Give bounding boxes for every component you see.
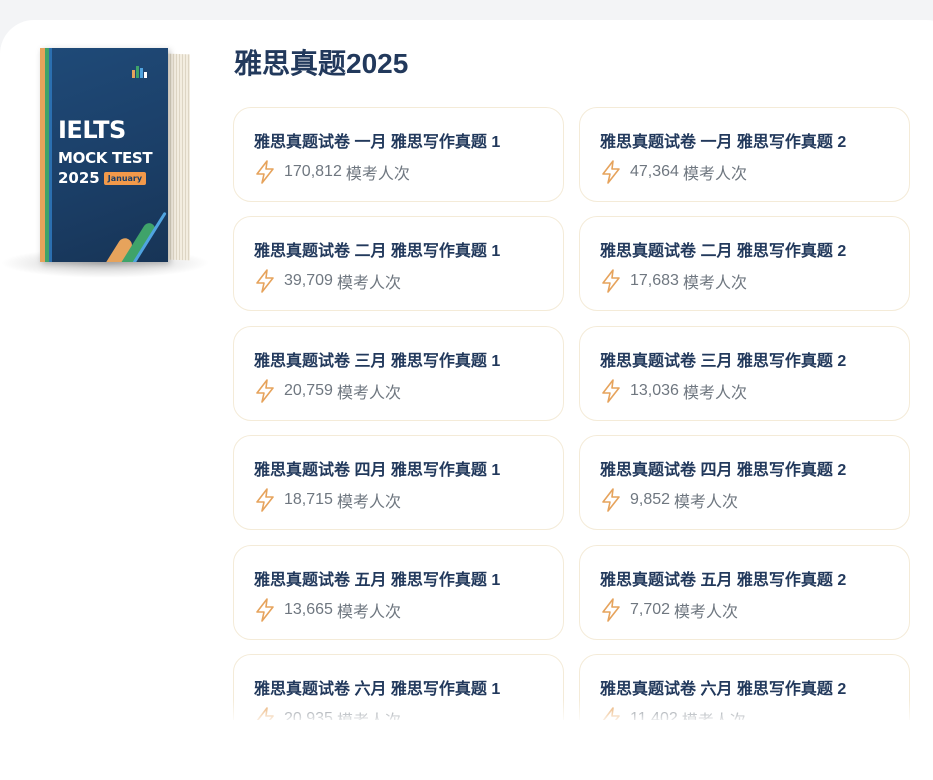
exam-card[interactable]: 雅思真题试卷 五月 雅思写作真题 2 7,702 模考人次: [579, 544, 910, 640]
attempt-count: 170,812: [284, 163, 342, 180]
lightning-icon: [254, 378, 276, 403]
exam-card-meta: 20,759 模考人次: [254, 378, 401, 403]
exam-card[interactable]: 雅思真题试卷 三月 雅思写作真题 2 13,036 模考人次: [579, 325, 910, 421]
exam-card[interactable]: 雅思真题试卷 四月 雅思写作真题 2 9,852 模考人次: [579, 435, 910, 531]
exam-card[interactable]: 雅思真题试卷 二月 雅思写作真题 2 17,683 模考人次: [579, 216, 910, 312]
exam-card-title: 雅思真题试卷 六月 雅思写作真题 2: [600, 681, 847, 698]
attempt-unit-label: 模考人次: [336, 275, 401, 293]
exam-card-meta: 18,715 模考人次: [254, 488, 401, 512]
exam-card-title: 雅思真题试卷 一月 雅思写作真题 1: [254, 134, 501, 151]
exam-card-meta: 39,709 模考人次: [254, 269, 401, 294]
lightning-icon: [254, 488, 276, 512]
attempt-count: 17,683: [630, 272, 679, 290]
exam-card-title: 雅思真题试卷 二月 雅思写作真题 2: [600, 243, 847, 261]
lightning-icon: [600, 160, 622, 184]
lightning-icon: [254, 160, 276, 184]
exam-card-meta: 47,364 模考人次: [600, 160, 747, 184]
exam-card-meta: 13,036 模考人次: [600, 378, 747, 403]
attempt-count: 13,665: [284, 600, 333, 618]
attempt-unit-label: 模考人次: [682, 166, 747, 183]
attempt-count: 18,715: [284, 491, 333, 509]
lightning-icon: [600, 269, 622, 294]
lightning-icon: [254, 597, 276, 622]
lightning-icon: [600, 488, 622, 512]
exam-card-title: 雅思真题试卷 三月 雅思写作真题 1: [254, 352, 501, 370]
attempt-count: 20,759: [284, 381, 333, 399]
exam-card-meta: 7,702 模考人次: [600, 597, 739, 622]
attempt-unit-label: 模考人次: [345, 166, 410, 183]
exam-card[interactable]: 雅思真题试卷 二月 雅思写作真题 1 39,709 模考人次: [233, 216, 564, 312]
scroll-fade: [0, 700, 933, 746]
lightning-icon: [254, 269, 276, 294]
card-grid-viewport: 雅思真题试卷 一月 雅思写作真题 1 170,812 模考人次 雅思真题试卷 一月 雅…: [0, 0, 933, 720]
exam-card-meta: 9,852 模考人次: [600, 488, 738, 512]
attempt-count: 9,852: [630, 491, 671, 509]
exam-card-title: 雅思真题试卷 四月 雅思写作真题 2: [600, 462, 847, 480]
attempt-unit-label: 模考人次: [682, 275, 747, 293]
exam-card[interactable]: 雅思真题试卷 三月 雅思写作真题 1 20,759 模考人次: [233, 325, 564, 421]
attempt-unit-label: 模考人次: [674, 494, 739, 512]
attempt-unit-label: 模考人次: [682, 384, 747, 402]
exam-card-title: 雅思真题试卷 五月 雅思写作真题 1: [254, 571, 501, 589]
attempt-unit-label: 模考人次: [674, 603, 739, 621]
exam-card-title: 雅思真题试卷 四月 雅思写作真题 1: [254, 462, 501, 480]
exam-card-meta: 170,812 模考人次: [254, 160, 410, 184]
exam-card[interactable]: 雅思真题试卷 一月 雅思写作真题 1 170,812 模考人次: [233, 107, 564, 202]
exam-card[interactable]: 雅思真题试卷 五月 雅思写作真题 1 13,665 模考人次: [233, 544, 564, 640]
attempt-count: 47,364: [630, 163, 679, 180]
lightning-icon: [600, 378, 622, 403]
exam-card-title: 雅思真题试卷 五月 雅思写作真题 2: [600, 571, 847, 589]
exam-card-meta: 17,683 模考人次: [600, 269, 747, 294]
exam-card-title: 雅思真题试卷 六月 雅思写作真题 1: [254, 681, 501, 698]
attempt-count: 7,702: [630, 600, 671, 618]
attempt-unit-label: 模考人次: [336, 494, 401, 512]
exam-card-meta: 13,665 模考人次: [254, 597, 401, 622]
attempt-unit-label: 模考人次: [336, 603, 401, 621]
lightning-icon: [600, 597, 622, 622]
attempt-count: 13,036: [630, 381, 679, 399]
exam-card-title: 雅思真题试卷 一月 雅思写作真题 2: [600, 134, 847, 151]
exam-card-title: 雅思真题试卷 三月 雅思写作真题 2: [600, 352, 847, 370]
attempt-count: 39,709: [284, 272, 333, 290]
exam-card[interactable]: 雅思真题试卷 四月 雅思写作真题 1 18,715 模考人次: [233, 435, 564, 531]
attempt-unit-label: 模考人次: [336, 384, 401, 402]
exam-card[interactable]: 雅思真题试卷 一月 雅思写作真题 2 47,364 模考人次: [579, 107, 910, 202]
exam-card-title: 雅思真题试卷 二月 雅思写作真题 1: [254, 243, 501, 261]
